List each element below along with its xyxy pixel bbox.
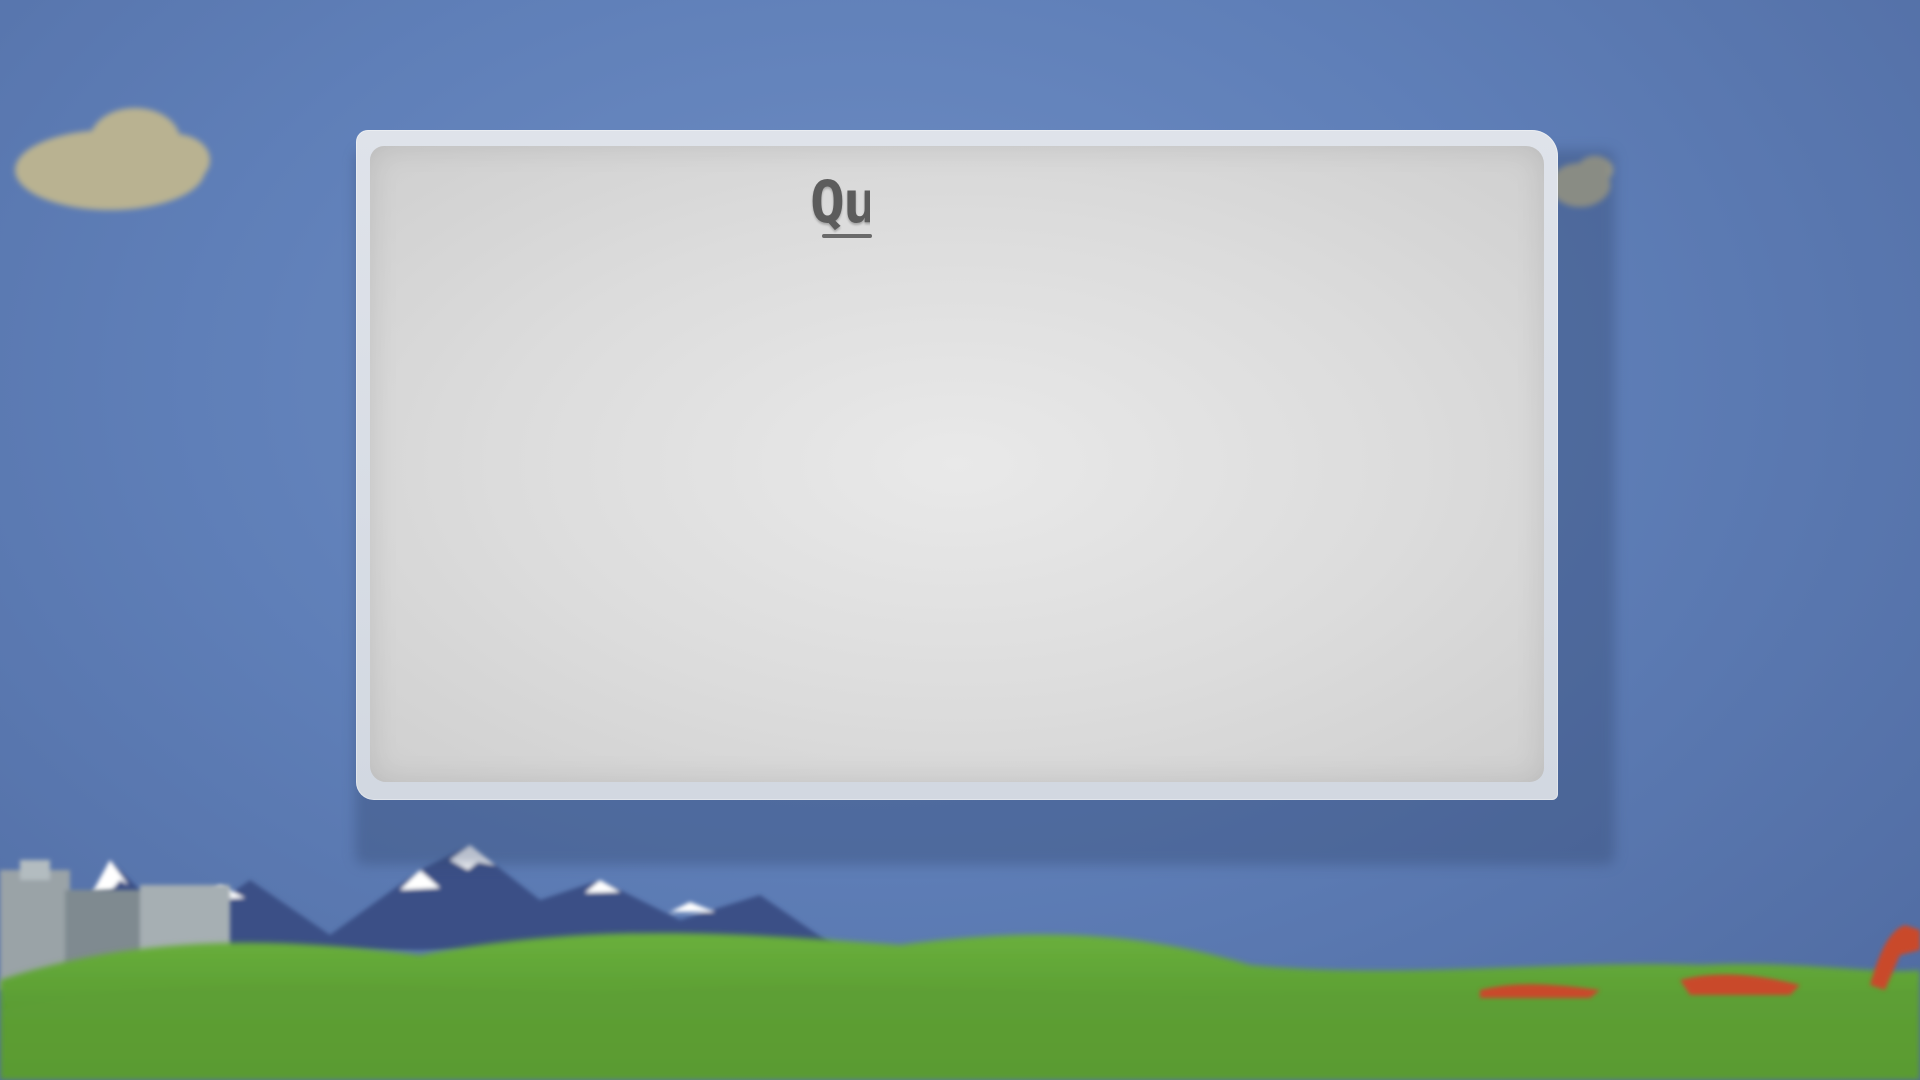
card-title: Qu xyxy=(810,168,870,236)
cloud-left xyxy=(15,108,210,210)
grass-hills xyxy=(0,933,1920,1080)
title-underline xyxy=(822,234,872,238)
card-panel: Qu xyxy=(370,146,1544,782)
card-frame: Qu xyxy=(356,130,1558,800)
